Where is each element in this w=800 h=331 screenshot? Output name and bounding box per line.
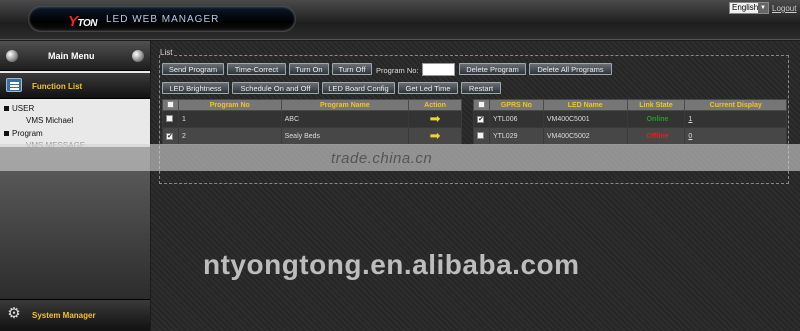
program-name-cell: ABC [280,110,410,128]
program-no-cell: 1 [177,110,282,128]
tree-item-program[interactable]: Program [4,129,43,138]
action-cell: ➡ [408,110,462,128]
program-table: Program No Program Name Action 1 ABC ➡ 2… [162,99,462,145]
table-row: 1 ABC ➡ [162,110,462,128]
row-select [473,110,490,128]
main-content: List Send Program Time-Correct Turn On T… [151,41,800,331]
main-menu-label: Main Menu [48,51,95,61]
tree-item-vms-michael[interactable]: VMS Michael [26,116,73,125]
get-led-time-button[interactable]: Get Led Time [398,82,458,94]
current-display-cell: 1 [684,110,787,128]
column-header: GPRS No [488,99,544,111]
program-no-label: Program No: [376,66,419,75]
gear-icon: ⚙ [7,305,21,322]
led-name-cell: VM400C5002 [542,127,628,145]
collapse-box-icon [4,131,9,137]
tree-label: USER [12,104,35,113]
link-state-cell: Online [626,110,686,128]
device-table: GPRS No LED Name Link State Current Disp… [473,99,787,145]
toggle-icon[interactable] [132,50,144,62]
program-no-input[interactable] [422,63,455,76]
link-state-cell: Offline [626,127,686,145]
brand-text: TON [77,18,98,29]
app-title: LED WEB MANAGER [106,14,220,25]
system-manager-header[interactable]: ⚙ System Manager [0,299,150,331]
language-value: English [732,3,759,12]
watermark-bottom-text: ntyongtong.en.alibaba.com [203,249,580,280]
language-select[interactable]: English ▼ [729,2,769,14]
system-manager-label: System Manager [32,311,96,320]
turn-off-button[interactable]: Turn Off [332,63,372,75]
arrow-right-icon[interactable]: ➡ [430,112,441,125]
row-checkbox[interactable] [477,115,484,123]
schedule-on-off-button[interactable]: Schedule On and Off [232,82,319,94]
watermark-text: trade.china.cn [331,150,433,167]
row-checkbox[interactable] [477,131,484,139]
led-brightness-button[interactable]: LED Brightness [162,82,229,94]
current-display-link[interactable]: 1 [688,116,692,123]
tree-label: Program [12,129,43,138]
list-legend: List [160,48,175,57]
chevron-down-icon: ▼ [758,3,768,13]
delete-all-programs-button[interactable]: Delete All Programs [529,63,612,75]
table-row: YTL006 VM400C5001 Online 1 [473,110,787,128]
row-select [162,110,179,128]
row-checkbox[interactable] [166,132,173,140]
action-cell: ➡ [408,127,462,145]
current-display-cell: 0 [684,127,787,145]
brand-v: Y [68,13,78,30]
table-header-row: Program No Program Name Action [162,99,462,111]
arrow-right-icon[interactable]: ➡ [430,129,441,142]
led-name-cell: VM400C5001 [542,110,628,128]
collapse-icon[interactable] [6,50,18,62]
brand-logo: YTON [68,13,97,30]
select-all-checkbox[interactable] [477,100,485,108]
logout-link[interactable]: Logout [772,4,796,13]
delete-program-button[interactable]: Delete Program [459,63,526,75]
program-no-cell: 2 [177,127,282,145]
column-header: Program No [177,99,282,111]
column-header: Program Name [280,99,410,111]
function-list-header[interactable]: Function List [0,73,150,99]
column-header: Action [408,99,462,111]
row-select [473,127,490,145]
restart-button[interactable]: Restart [461,82,501,94]
select-all-header [162,99,179,111]
current-display-link[interactable]: 0 [688,133,692,140]
function-list-label: Function List [32,82,83,91]
tree-item-user[interactable]: USER [4,104,34,113]
link-state-online: Online [646,115,669,123]
program-name-cell: Sealy Beds [280,127,410,145]
select-all-header [473,99,490,111]
column-header: Current Display [684,99,787,111]
header-bar: YTON LED WEB MANAGER English ▼ Logout [0,0,800,40]
led-board-config-button[interactable]: LED Board Config [322,82,395,94]
collapse-box-icon [4,106,9,112]
row-select [162,127,179,145]
table-header-row: GPRS No LED Name Link State Current Disp… [473,99,787,111]
main-menu-header: Main Menu [0,41,150,71]
time-correct-button[interactable]: Time-Correct [227,63,286,75]
table-row: 2 Sealy Beds ➡ [162,127,462,145]
select-all-checkbox[interactable] [166,100,174,108]
turn-on-button[interactable]: Turn On [289,63,329,75]
list-icon [6,78,22,92]
link-state-offline: Offline [646,132,669,140]
gprs-no-cell: YTL006 [488,110,544,128]
sidebar: Main Menu Function List USER VMS Michael… [0,41,150,331]
table-row: YTL029 VM400C5002 Offline 0 [473,127,787,145]
tree-label: VMS Michael [26,116,74,125]
column-header: Link State [626,99,686,111]
gprs-no-cell: YTL029 [488,127,544,145]
send-program-button[interactable]: Send Program [162,63,224,75]
row-checkbox[interactable] [166,114,173,122]
column-header: LED Name [542,99,628,111]
